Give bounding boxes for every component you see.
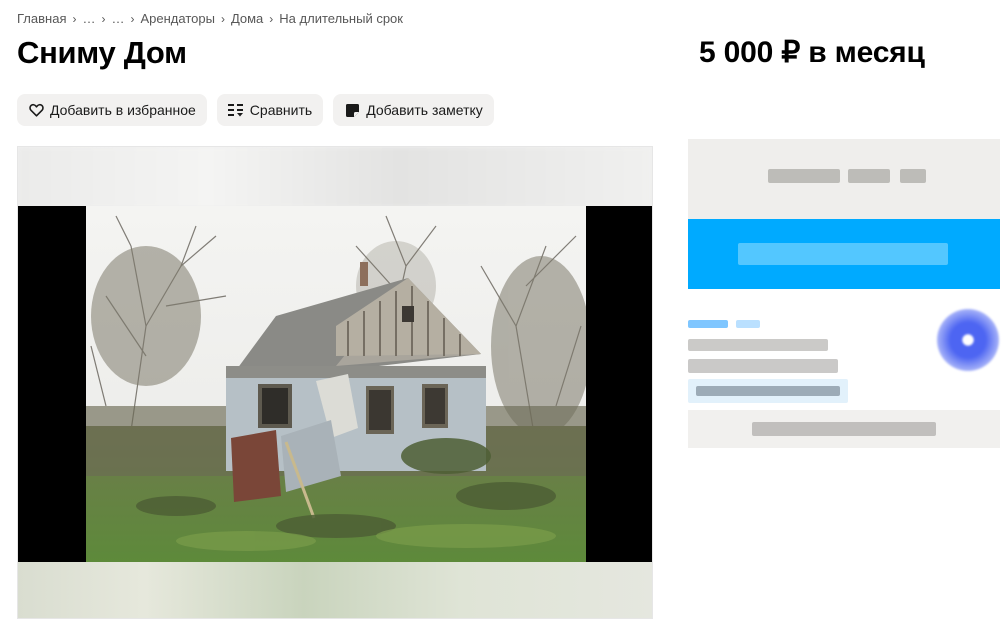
photo-backdrop-top	[18, 147, 652, 207]
action-bar: Добавить в избранное Сравнить Добавить з…	[17, 94, 494, 126]
blurred-text	[900, 169, 926, 183]
write-message-button[interactable]	[688, 219, 1000, 289]
blurred-text	[738, 243, 948, 265]
heart-icon	[28, 102, 44, 118]
note-icon	[344, 102, 360, 118]
blurred-text	[696, 386, 840, 396]
breadcrumb-long-term[interactable]: На длительный срок	[279, 11, 403, 26]
breadcrumb-separator: ›	[220, 11, 225, 26]
blurred-text	[768, 169, 840, 183]
blurred-text	[736, 320, 760, 328]
compare-icon	[228, 102, 244, 118]
blurred-text	[848, 169, 890, 183]
breadcrumb-home[interactable]: Главная	[17, 11, 66, 26]
add-to-favorites-label: Добавить в избранное	[50, 102, 196, 118]
blurred-text	[688, 339, 828, 351]
page-title: Сниму Дом	[17, 35, 187, 70]
add-to-favorites-button[interactable]: Добавить в избранное	[17, 94, 207, 126]
contact-panel-bottom	[688, 410, 1000, 448]
compare-button[interactable]: Сравнить	[216, 94, 324, 126]
contact-panel-top	[688, 139, 1000, 219]
seller-card[interactable]	[688, 309, 1007, 410]
compare-label: Сравнить	[249, 102, 313, 118]
main-photo[interactable]	[86, 206, 586, 564]
breadcrumb-separator: ›	[269, 11, 274, 26]
breadcrumb-separator: ›	[72, 11, 77, 26]
breadcrumb-separator: ›	[101, 11, 106, 26]
breadcrumb-tenants[interactable]: Арендаторы	[140, 11, 214, 26]
avatar[interactable]	[937, 309, 999, 371]
photo-backdrop-bottom	[18, 562, 652, 618]
add-note-button[interactable]: Добавить заметку	[333, 94, 494, 126]
blurred-text	[688, 320, 728, 328]
breadcrumb-collapsed-1[interactable]: …	[82, 11, 95, 26]
photo-gallery[interactable]	[17, 146, 653, 619]
blurred-text	[752, 422, 936, 436]
breadcrumb: Главная › … › … › Арендаторы › Дома › На…	[17, 11, 403, 26]
blurred-text	[688, 359, 838, 373]
breadcrumb-separator: ›	[130, 11, 135, 26]
breadcrumb-houses[interactable]: Дома	[231, 11, 263, 26]
breadcrumb-collapsed-2[interactable]: …	[111, 11, 124, 26]
add-note-label: Добавить заметку	[366, 102, 483, 118]
price: 5 000 ₽ в месяц	[699, 36, 925, 69]
